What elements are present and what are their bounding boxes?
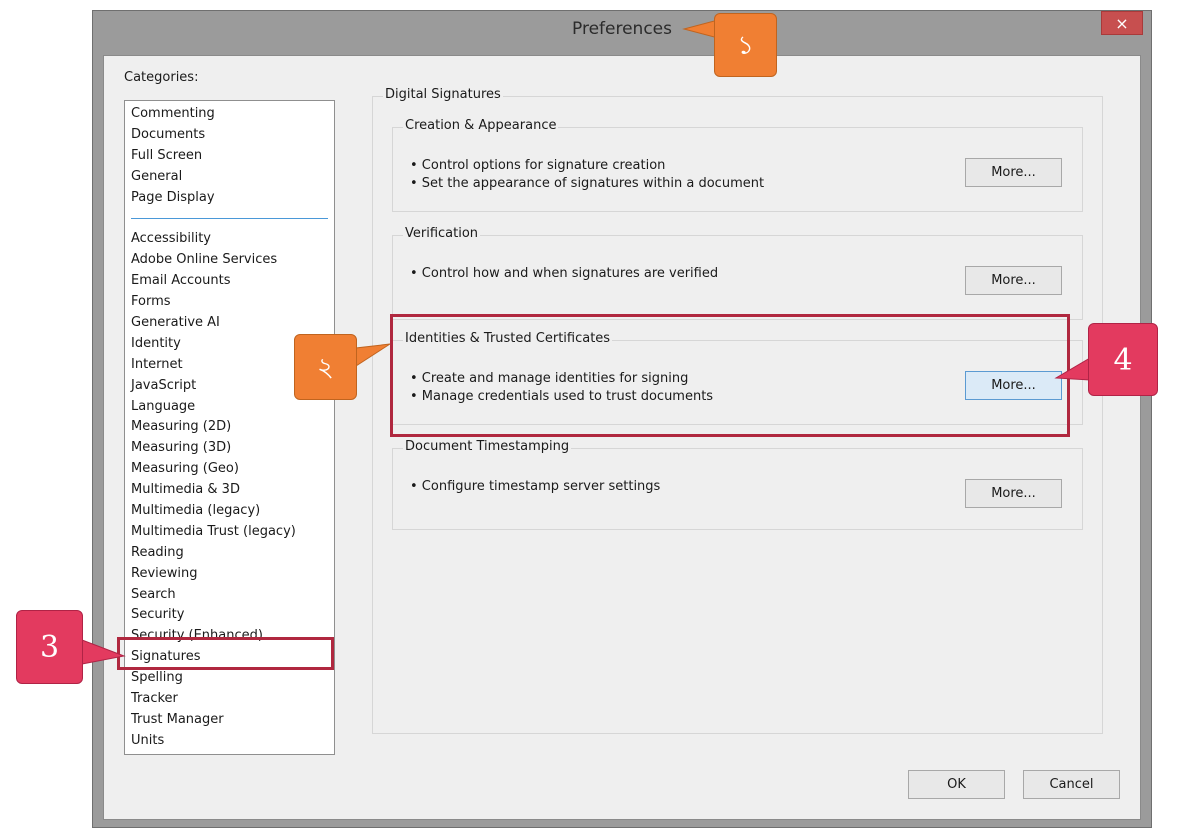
- category-item-measuring-3d[interactable]: Measuring (3D): [125, 438, 334, 459]
- category-item-units[interactable]: Units: [125, 731, 334, 752]
- callout-3: 3: [16, 610, 83, 684]
- category-item-security[interactable]: Security: [125, 605, 334, 626]
- digital-signatures-title: Digital Signatures: [383, 87, 503, 102]
- category-item-general[interactable]: General: [125, 167, 334, 188]
- creation-appearance-section: Creation & Appearance • Control options …: [392, 118, 1083, 212]
- close-button[interactable]: ×: [1101, 11, 1143, 35]
- categories-separator: [131, 218, 328, 220]
- category-item-full-screen[interactable]: Full Screen: [125, 146, 334, 167]
- verification-section: Verification • Control how and when sign…: [392, 226, 1083, 320]
- categories-label: Categories:: [124, 70, 199, 85]
- verification-more-button[interactable]: More...: [965, 266, 1062, 295]
- category-item-generative-ai[interactable]: Generative AI: [125, 313, 334, 334]
- section-title: Verification: [403, 226, 481, 241]
- category-item-commenting[interactable]: Commenting: [125, 104, 334, 125]
- callout-1: ১: [714, 13, 777, 77]
- callout-4: 4: [1088, 323, 1158, 396]
- description-line: • Control options for signature creation: [410, 158, 666, 173]
- categories-group-primary: Commenting Documents Full Screen General Pag…: [125, 104, 334, 208]
- description-line: • Configure timestamp server settings: [410, 479, 661, 494]
- section-description: • Control options for signature creation…: [410, 157, 764, 193]
- section-description: • Configure timestamp server settings: [410, 478, 660, 496]
- timestamping-more-button[interactable]: More...: [965, 479, 1062, 508]
- identities-highlight-box: [390, 314, 1070, 437]
- category-item-multimedia-legacy[interactable]: Multimedia (legacy): [125, 501, 334, 522]
- callout-2: ২: [294, 334, 357, 400]
- category-item-documents[interactable]: Documents: [125, 125, 334, 146]
- section-description: • Control how and when signatures are ve…: [410, 265, 718, 283]
- signatures-highlight-box: [117, 637, 334, 670]
- cancel-button[interactable]: Cancel: [1023, 770, 1120, 799]
- category-item-tracker[interactable]: Tracker: [125, 689, 334, 710]
- close-icon: ×: [1115, 14, 1129, 33]
- category-item-adobe-online-services[interactable]: Adobe Online Services: [125, 250, 334, 271]
- category-item-measuring-2d[interactable]: Measuring (2D): [125, 417, 334, 438]
- category-item-accessibility[interactable]: Accessibility: [125, 229, 334, 250]
- dialog-client: Categories: Commenting Documents Full Scre…: [103, 55, 1141, 820]
- description-line: • Control how and when signatures are ve…: [410, 266, 719, 281]
- categories-group-all: Accessibility Adobe Online Services Email …: [125, 229, 334, 751]
- category-item-reviewing[interactable]: Reviewing: [125, 564, 334, 585]
- document-timestamping-section: Document Timestamping • Configure timest…: [392, 439, 1083, 530]
- window-title: Preferences: [572, 19, 672, 39]
- category-item-reading[interactable]: Reading: [125, 543, 334, 564]
- category-item-trust-manager[interactable]: Trust Manager: [125, 710, 334, 731]
- category-item-email-accounts[interactable]: Email Accounts: [125, 271, 334, 292]
- category-item-spelling[interactable]: Spelling: [125, 668, 334, 689]
- category-item-search[interactable]: Search: [125, 585, 334, 606]
- category-item-forms[interactable]: Forms: [125, 292, 334, 313]
- category-item-page-display[interactable]: Page Display: [125, 188, 334, 209]
- category-item-multimedia-trust-legacy[interactable]: Multimedia Trust (legacy): [125, 522, 334, 543]
- creation-more-button[interactable]: More...: [965, 158, 1062, 187]
- section-title: Creation & Appearance: [403, 118, 559, 133]
- ok-button[interactable]: OK: [908, 770, 1005, 799]
- section-title: Document Timestamping: [403, 439, 572, 454]
- category-item-measuring-geo[interactable]: Measuring (Geo): [125, 459, 334, 480]
- category-item-multimedia-3d[interactable]: Multimedia & 3D: [125, 480, 334, 501]
- description-line: • Set the appearance of signatures withi…: [410, 176, 765, 191]
